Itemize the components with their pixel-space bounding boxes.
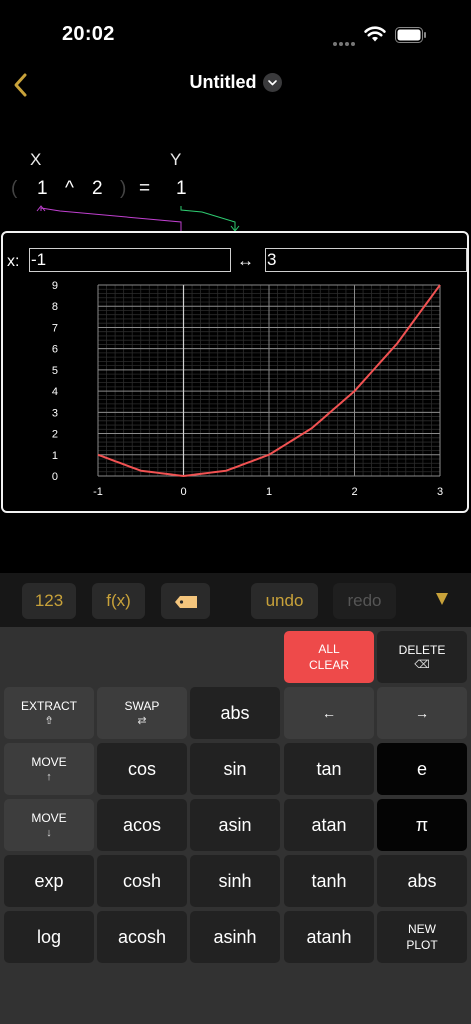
functions-tab[interactable]: f(x) bbox=[92, 583, 145, 619]
equals-sign: = bbox=[139, 178, 151, 199]
backspace-icon: ⌫ bbox=[414, 659, 430, 671]
y-tick-label: 5 bbox=[52, 365, 58, 377]
swap-label: SWAP bbox=[124, 699, 160, 713]
all-clear-label-1: ALL bbox=[318, 642, 340, 656]
tag-tab[interactable] bbox=[161, 583, 210, 619]
tag-icon bbox=[174, 595, 197, 608]
extract-label: EXTRACT bbox=[20, 699, 77, 713]
abs-button[interactable]: abs bbox=[190, 687, 280, 739]
move-down-button[interactable]: MOVE ↓ bbox=[4, 799, 94, 851]
x-tick-label: 3 bbox=[437, 486, 443, 498]
redo-button[interactable]: redo bbox=[333, 583, 396, 619]
acosh-button[interactable]: acosh bbox=[97, 911, 187, 963]
variable-x-label: X bbox=[30, 150, 42, 169]
y-tick-label: 3 bbox=[52, 407, 58, 419]
abs-button-2[interactable]: abs bbox=[377, 855, 467, 907]
battery-icon bbox=[395, 27, 426, 43]
cursor-right-button[interactable]: → bbox=[377, 687, 467, 739]
y-tick-label: 7 bbox=[52, 322, 58, 334]
delete-label: DELETE bbox=[398, 643, 446, 657]
atanh-button[interactable]: atanh bbox=[284, 911, 374, 963]
plot-x-label: x: bbox=[7, 253, 20, 270]
power-operator[interactable]: ^ bbox=[65, 178, 74, 200]
acos-button[interactable]: acos bbox=[97, 799, 187, 851]
sin-button[interactable]: sin bbox=[190, 743, 280, 795]
extract-button[interactable]: EXTRACT ⇮ bbox=[4, 687, 94, 739]
base-token[interactable]: 1 bbox=[37, 178, 48, 200]
close-paren[interactable]: ) bbox=[120, 178, 126, 200]
move-up-label: MOVE bbox=[31, 755, 67, 769]
cursor-left-button[interactable]: ← bbox=[284, 687, 374, 739]
range-min-input[interactable]: -1 bbox=[29, 248, 231, 272]
move-up-button[interactable]: MOVE ↑ bbox=[4, 743, 94, 795]
result-token[interactable]: 1 bbox=[176, 178, 187, 200]
asinh-button[interactable]: asinh bbox=[190, 911, 280, 963]
document-title[interactable]: Untitled bbox=[0, 72, 471, 98]
log-button[interactable]: log bbox=[4, 911, 94, 963]
collapse-keyboard-icon[interactable] bbox=[436, 593, 448, 605]
e-constant-button[interactable]: e bbox=[377, 743, 467, 795]
asin-button[interactable]: asin bbox=[190, 799, 280, 851]
cos-button[interactable]: cos bbox=[97, 743, 187, 795]
keyboard-toolbar: 123 f(x) undo redo bbox=[0, 573, 471, 627]
arrow-up-icon: ↑ bbox=[46, 771, 52, 783]
function-keypad: ALL CLEAR DELETE ⌫ EXTRACT ⇮ SWAP ⇄ abs … bbox=[0, 627, 471, 1024]
chevron-down-icon bbox=[262, 73, 282, 92]
variable-y-label: Y bbox=[170, 150, 182, 169]
y-tick-label: 2 bbox=[52, 429, 58, 441]
status-bar: 20:02 bbox=[0, 0, 471, 60]
tan-button[interactable]: tan bbox=[284, 743, 374, 795]
y-tick-label: 8 bbox=[52, 301, 58, 313]
all-clear-button[interactable]: ALL CLEAR bbox=[284, 631, 374, 683]
swap-icon: ⇄ bbox=[137, 715, 147, 727]
numbers-tab[interactable]: 123 bbox=[22, 583, 76, 619]
x-tick-label: 1 bbox=[266, 486, 272, 498]
variable-links bbox=[36, 205, 240, 232]
x-tick-label: -1 bbox=[93, 486, 103, 498]
plot-panel: x: -1 ↔ 3 -1 0 1 2 3 0 1 2 3 4 5 6 7 8 9 bbox=[1, 231, 469, 513]
exp-button[interactable]: exp bbox=[4, 855, 94, 907]
new-plot-label-2: PLOT bbox=[406, 938, 438, 952]
document-title-label: Untitled bbox=[189, 72, 257, 92]
status-time: 20:02 bbox=[62, 23, 115, 45]
x-tick-label: 0 bbox=[180, 486, 186, 498]
y-tick-label: 0 bbox=[52, 471, 58, 483]
y-tick-label: 4 bbox=[52, 386, 58, 398]
tanh-button[interactable]: tanh bbox=[284, 855, 374, 907]
cosh-button[interactable]: cosh bbox=[97, 855, 187, 907]
extract-icon: ⇮ bbox=[44, 715, 54, 727]
open-paren[interactable]: ( bbox=[11, 178, 17, 200]
arrow-down-icon: ↓ bbox=[46, 827, 52, 839]
x-tick-label: 2 bbox=[351, 486, 357, 498]
signal-icon bbox=[333, 33, 359, 46]
delete-button[interactable]: DELETE ⌫ bbox=[377, 631, 467, 683]
function-plot[interactable]: -1 0 1 2 3 0 1 2 3 4 5 6 7 8 9 bbox=[3, 273, 467, 503]
y-tick-label: 1 bbox=[52, 450, 58, 462]
range-max-input[interactable]: 3 bbox=[265, 248, 467, 272]
wifi-icon bbox=[364, 26, 386, 42]
move-down-label: MOVE bbox=[31, 811, 67, 825]
range-separator-icon: ↔ bbox=[237, 251, 254, 270]
undo-button[interactable]: undo bbox=[251, 583, 318, 619]
all-clear-label-2: CLEAR bbox=[308, 658, 349, 672]
swap-button[interactable]: SWAP ⇄ bbox=[97, 687, 187, 739]
pi-constant-button[interactable]: π bbox=[377, 799, 467, 851]
new-plot-button[interactable]: NEW PLOT bbox=[377, 911, 467, 963]
new-plot-label-1: NEW bbox=[408, 922, 436, 936]
atan-button[interactable]: atan bbox=[284, 799, 374, 851]
y-tick-label: 6 bbox=[52, 344, 58, 356]
y-tick-label: 9 bbox=[52, 280, 58, 292]
exponent-token[interactable]: 2 bbox=[92, 178, 103, 200]
sinh-button[interactable]: sinh bbox=[190, 855, 280, 907]
